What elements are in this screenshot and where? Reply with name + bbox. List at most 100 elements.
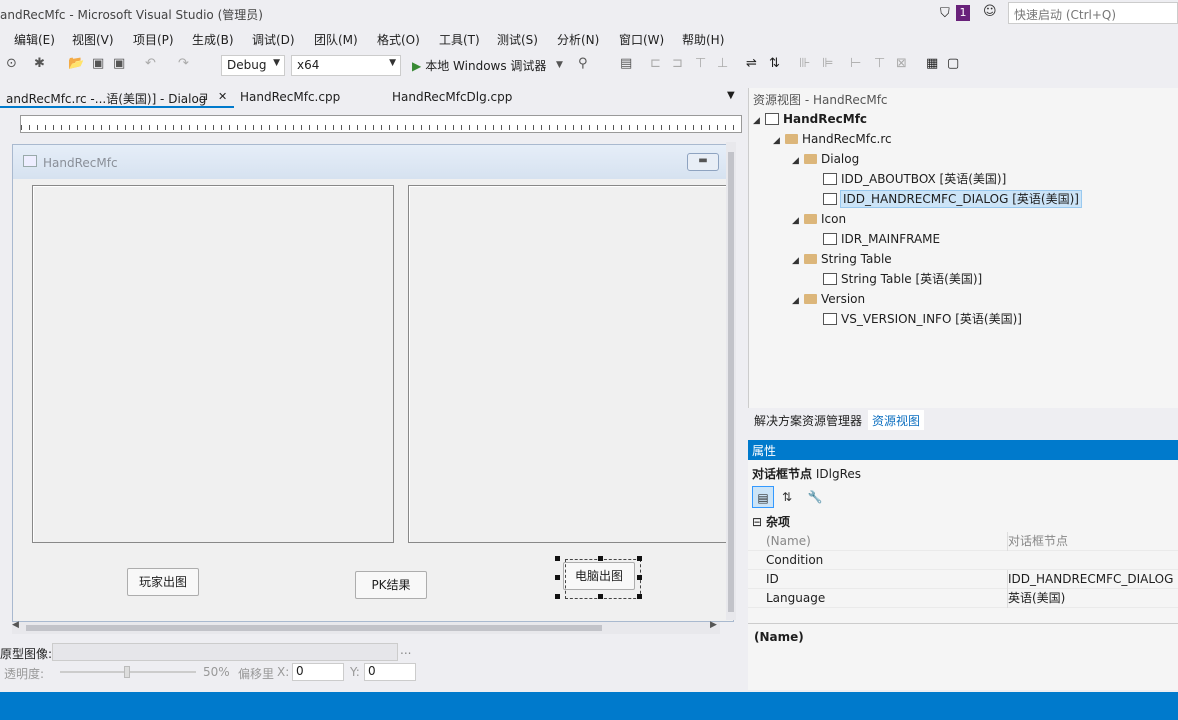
make-same-size-icon[interactable]: ⊠ <box>896 56 907 71</box>
expand-icon[interactable]: ◢ <box>792 211 804 231</box>
navigate-forward-icon[interactable]: ⊙ <box>6 56 17 71</box>
expand-icon[interactable]: ◢ <box>773 131 785 151</box>
tree-node-project[interactable]: ◢ HandRecMfc <box>753 109 867 129</box>
scroll-right-icon[interactable]: ▶ <box>710 620 717 630</box>
player-picture-box[interactable] <box>32 185 394 543</box>
tree-item-string-table[interactable]: String Table [英语(美国)] <box>823 269 982 289</box>
align-left-icon[interactable]: ⊏ <box>650 56 661 71</box>
find-icon[interactable]: ⚲ <box>578 56 588 71</box>
start-debugging-button[interactable]: ▶ 本地 Windows 调试器 <box>412 57 546 74</box>
menu-analyze[interactable]: 分析(N) <box>557 31 599 48</box>
property-row[interactable]: ID IDD_HANDRECMFC_DIALOG <box>748 570 1178 589</box>
collapse-icon[interactable]: ⊟ <box>752 513 762 532</box>
new-project-icon[interactable]: ✱ <box>34 56 45 71</box>
resize-handle[interactable] <box>637 594 642 599</box>
menu-view[interactable]: 视图(V) <box>72 31 114 48</box>
chevron-down-icon[interactable]: ▼ <box>556 60 563 70</box>
alphabetical-icon[interactable]: ⇅ <box>776 486 798 508</box>
tree-item-aboutbox[interactable]: IDD_ABOUTBOX [英语(美国)] <box>823 169 1006 189</box>
toggle-guides-icon[interactable]: ▢ <box>947 56 959 71</box>
menu-window[interactable]: 窗口(W) <box>619 31 664 48</box>
tab-solution-explorer[interactable]: 解决方案资源管理器 <box>750 410 866 430</box>
tab-list-dropdown-icon[interactable]: ▼ <box>727 90 735 101</box>
pin-icon[interactable]: ⊐ <box>199 90 208 103</box>
horizontal-scrollbar[interactable]: ◀ ▶ <box>12 620 720 634</box>
vertical-scrollbar[interactable] <box>726 142 736 620</box>
browse-button[interactable]: ... <box>400 643 411 657</box>
notifications-button[interactable]: ⛉ 1 <box>940 4 972 22</box>
space-across-icon[interactable]: ⊪ <box>799 56 810 71</box>
tab-handrecmfcdlg-cpp[interactable]: HandRecMfcDlg.cpp <box>386 88 518 108</box>
resize-handle[interactable] <box>637 556 642 561</box>
quick-launch-input[interactable]: 快速启动 (Ctrl+Q) <box>1008 2 1178 24</box>
scroll-left-icon[interactable]: ◀ <box>12 620 19 630</box>
property-pages-icon[interactable]: 🔧 <box>804 486 826 508</box>
open-file-icon[interactable]: 📂 <box>68 56 84 71</box>
resize-handle[interactable] <box>555 575 560 580</box>
tab-resource-view[interactable]: 资源视图 <box>868 410 925 430</box>
tab-rc-dialog[interactable]: andRecMfc.rc -...语(美国)] - Dialog ⊐ ✕ <box>0 88 234 108</box>
tree-node-dialog-folder[interactable]: ◢ Dialog <box>792 149 859 169</box>
y-offset-spinbox[interactable]: 0 <box>364 663 416 681</box>
expand-icon[interactable]: ◢ <box>753 111 765 131</box>
tree-item-version-info[interactable]: VS_VERSION_INFO [英语(美国)] <box>823 309 1022 329</box>
pk-result-button[interactable]: PK结果 <box>355 571 427 599</box>
categorized-icon[interactable]: ▤ <box>752 486 774 508</box>
solution-config-select[interactable]: Debug ▼ <box>221 55 285 76</box>
resize-handle[interactable] <box>598 594 603 599</box>
redo-icon[interactable]: ↷ <box>178 56 189 71</box>
expand-icon[interactable]: ◢ <box>792 291 804 311</box>
test-dialog-icon[interactable]: ▤ <box>620 56 632 71</box>
slider-thumb[interactable] <box>124 666 130 678</box>
x-offset-spinbox[interactable]: 0 <box>292 663 344 681</box>
dialog-preview[interactable]: HandRecMfc ▬ 玩家出图 PK结果 电脑出图 <box>12 144 734 622</box>
menu-project[interactable]: 项目(P) <box>133 31 174 48</box>
menu-help[interactable]: 帮助(H) <box>682 31 724 48</box>
tree-node-version-folder[interactable]: ◢ Version <box>792 289 865 309</box>
make-same-height-icon[interactable]: ⊤ <box>874 56 885 71</box>
opacity-slider[interactable] <box>60 666 196 678</box>
align-top-icon[interactable]: ⊤ <box>695 56 706 71</box>
resize-handle[interactable] <box>598 556 603 561</box>
player-draw-button[interactable]: 玩家出图 <box>127 568 199 596</box>
align-bottom-icon[interactable]: ⊥ <box>717 56 728 71</box>
align-right-icon[interactable]: ⊐ <box>672 56 683 71</box>
menu-edit[interactable]: 编辑(E) <box>14 31 55 48</box>
save-icon[interactable]: ▣ <box>92 56 104 71</box>
property-row[interactable]: Language 英语(美国) <box>748 589 1178 608</box>
property-row[interactable]: Condition <box>748 551 1178 570</box>
tree-item-main-dialog[interactable]: IDD_HANDRECMFC_DIALOG [英语(美国)] <box>823 189 1082 209</box>
tree-node-string-table-folder[interactable]: ◢ String Table <box>792 249 892 269</box>
tree-item-mainframe[interactable]: IDR_MAINFRAME <box>823 229 940 249</box>
close-icon[interactable]: ✕ <box>218 90 227 103</box>
center-vertical-icon[interactable]: ⇌ <box>746 56 757 71</box>
save-all-icon[interactable]: ▣ <box>113 56 125 71</box>
tree-node-rc-file[interactable]: ◢ HandRecMfc.rc <box>773 129 892 149</box>
feedback-icon[interactable]: ☺ <box>983 4 997 19</box>
toggle-grid-icon[interactable]: ▦ <box>926 56 938 71</box>
category-row[interactable]: ⊟ 杂项 <box>748 513 1178 532</box>
expand-icon[interactable]: ◢ <box>792 151 804 171</box>
expand-icon[interactable]: ◢ <box>792 251 804 271</box>
menu-team[interactable]: 团队(M) <box>314 31 358 48</box>
undo-icon[interactable]: ↶ <box>145 56 156 71</box>
scroll-thumb[interactable] <box>26 625 602 631</box>
resize-handle[interactable] <box>555 594 560 599</box>
resize-handle[interactable] <box>637 575 642 580</box>
property-row[interactable]: (Name) 对话框节点 <box>748 532 1178 551</box>
tree-node-icon-folder[interactable]: ◢ Icon <box>792 209 846 229</box>
center-horizontal-icon[interactable]: ⇅ <box>769 56 780 71</box>
scroll-thumb[interactable] <box>728 152 734 612</box>
resize-handle[interactable] <box>555 556 560 561</box>
selected-object[interactable]: 对话框节点 IDlgRes <box>752 465 861 482</box>
menu-tools[interactable]: 工具(T) <box>439 31 480 48</box>
make-same-width-icon[interactable]: ⊢ <box>850 56 861 71</box>
computer-picture-box[interactable] <box>408 185 728 543</box>
menu-debug[interactable]: 调试(D) <box>252 31 295 48</box>
image-path-field[interactable] <box>52 643 398 661</box>
space-down-icon[interactable]: ⊫ <box>822 56 833 71</box>
platform-select[interactable]: x64 ▼ <box>291 55 401 76</box>
menu-test[interactable]: 测试(S) <box>497 31 538 48</box>
menu-format[interactable]: 格式(O) <box>377 31 420 48</box>
menu-build[interactable]: 生成(B) <box>192 31 234 48</box>
